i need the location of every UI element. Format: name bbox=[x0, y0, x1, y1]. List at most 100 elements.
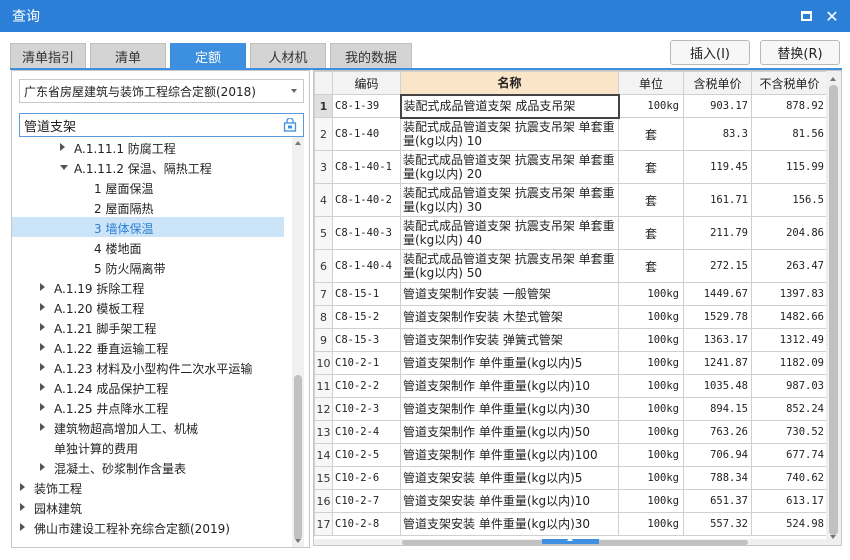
table-row[interactable]: 17 C10-2-8 管道支架安装 单件重量(kg以内)30 100kg 557.32 5… bbox=[314, 512, 828, 536]
cell-unit[interactable]: 套 bbox=[618, 249, 684, 283]
cell-name[interactable]: 装配式成品管道支架 抗震支吊架 单套重量(kg以内) 40 bbox=[400, 216, 619, 250]
cell-notax-price[interactable]: 613.17 bbox=[751, 489, 828, 513]
cell-tax-price[interactable]: 706.94 bbox=[683, 443, 752, 467]
cell-notax-price[interactable]: 730.52 bbox=[751, 420, 828, 444]
cell-name[interactable]: 装配式成品管道支架 抗震支吊架 单套重量(kg以内) 10 bbox=[400, 117, 619, 151]
search-input[interactable]: 管道支架 bbox=[19, 113, 304, 137]
table-row[interactable]: 15 C10-2-6 管道支架安装 单件重量(kg以内)5 100kg 788.34 74… bbox=[314, 466, 828, 490]
cell-unit[interactable]: 100kg bbox=[618, 94, 684, 118]
col-header-tax-price[interactable]: 含税单价 bbox=[683, 71, 752, 95]
cell-tax-price[interactable]: 894.15 bbox=[683, 397, 752, 421]
cell-unit[interactable]: 100kg bbox=[618, 466, 684, 490]
row-index[interactable]: 16 bbox=[314, 489, 333, 513]
row-index[interactable]: 10 bbox=[314, 351, 333, 375]
cell-unit[interactable]: 套 bbox=[618, 216, 684, 250]
expand-right-icon[interactable] bbox=[40, 463, 45, 471]
cell-unit[interactable]: 100kg bbox=[618, 443, 684, 467]
row-index[interactable]: 2 bbox=[314, 117, 333, 151]
tab-quota[interactable]: 定额 bbox=[170, 43, 246, 68]
cell-name[interactable]: 装配式成品管道支架 抗震支吊架 单套重量(kg以内) 50 bbox=[400, 249, 619, 283]
expand-right-icon[interactable] bbox=[60, 143, 65, 151]
expand-right-icon[interactable] bbox=[20, 523, 25, 531]
tree-node[interactable]: 单独计算的费用 bbox=[12, 437, 284, 457]
cell-tax-price[interactable]: 83.3 bbox=[683, 117, 752, 151]
table-row[interactable]: 13 C10-2-4 管道支架制作 单件重量(kg以内)50 100kg 763.26 7… bbox=[314, 420, 828, 444]
table-vscroll-thumb[interactable] bbox=[829, 85, 838, 535]
expand-right-icon[interactable] bbox=[20, 483, 25, 491]
row-index[interactable]: 6 bbox=[314, 249, 333, 283]
cell-name[interactable]: 管道支架制作安装 木垫式管架 bbox=[400, 305, 619, 329]
cell-tax-price[interactable]: 651.37 bbox=[683, 489, 752, 513]
cell-unit[interactable]: 100kg bbox=[618, 374, 684, 398]
cell-notax-price[interactable]: 677.74 bbox=[751, 443, 828, 467]
cell-tax-price[interactable]: 1241.87 bbox=[683, 351, 752, 375]
row-index[interactable]: 14 bbox=[314, 443, 333, 467]
expand-right-icon[interactable] bbox=[40, 303, 45, 311]
cell-notax-price[interactable]: 204.86 bbox=[751, 216, 828, 250]
replace-button[interactable]: 替换(R) bbox=[760, 40, 840, 65]
cell-unit[interactable]: 100kg bbox=[618, 282, 684, 306]
cell-name[interactable]: 管道支架制作安装 一般管架 bbox=[400, 282, 619, 306]
cell-name[interactable]: 装配式成品管道支架 抗震支吊架 单套重量(kg以内) 20 bbox=[400, 150, 619, 184]
cell-notax-price[interactable]: 156.5 bbox=[751, 183, 828, 217]
row-index[interactable]: 15 bbox=[314, 466, 333, 490]
cell-notax-price[interactable]: 1397.83 bbox=[751, 282, 828, 306]
tab-my-data[interactable]: 我的数据 bbox=[330, 43, 412, 68]
close-icon[interactable]: ✕ bbox=[822, 6, 842, 26]
cell-unit[interactable]: 100kg bbox=[618, 351, 684, 375]
tree-node[interactable]: 佛山市建设工程补充综合定额(2019) bbox=[12, 517, 284, 537]
col-header-name[interactable]: 名称 bbox=[400, 71, 619, 95]
cell-name[interactable]: 管道支架制作安装 弹簧式管架 bbox=[400, 328, 619, 352]
cell-code[interactable]: C10-2-3 bbox=[332, 397, 401, 421]
cell-code[interactable]: C8-1-40-1 bbox=[332, 150, 401, 184]
table-row[interactable]: 11 C10-2-2 管道支架制作 单件重量(kg以内)10 100kg 1035.48… bbox=[314, 374, 828, 398]
cell-notax-price[interactable]: 1312.49 bbox=[751, 328, 828, 352]
tree-scrollbar[interactable] bbox=[292, 137, 304, 547]
tree-node[interactable]: 5 防火隔离带 bbox=[12, 257, 284, 277]
row-index[interactable]: 8 bbox=[314, 305, 333, 329]
cell-name[interactable]: 管道支架安装 单件重量(kg以内)30 bbox=[400, 512, 619, 536]
tree-node[interactable]: A.1.11.1 防腐工程 bbox=[12, 137, 284, 157]
row-index[interactable]: 1 bbox=[314, 94, 333, 118]
cell-unit[interactable]: 100kg bbox=[618, 512, 684, 536]
expand-right-icon[interactable] bbox=[40, 403, 45, 411]
expand-right-icon[interactable] bbox=[40, 383, 45, 391]
expand-right-icon[interactable] bbox=[40, 323, 45, 331]
cell-unit[interactable]: 套 bbox=[618, 150, 684, 184]
table-row[interactable]: 4 C8-1-40-2 装配式成品管道支架 抗震支吊架 单套重量(kg以内) 30 套… bbox=[314, 183, 828, 217]
cell-tax-price[interactable]: 557.32 bbox=[683, 512, 752, 536]
cell-code[interactable]: C8-1-40-4 bbox=[332, 249, 401, 283]
tree-scroll-thumb[interactable] bbox=[294, 375, 302, 540]
expand-right-icon[interactable] bbox=[40, 423, 45, 431]
cell-notax-price[interactable]: 115.99 bbox=[751, 150, 828, 184]
cell-tax-price[interactable]: 1449.67 bbox=[683, 282, 752, 306]
cell-code[interactable]: C8-15-3 bbox=[332, 328, 401, 352]
tab-labor-material[interactable]: 人材机 bbox=[250, 43, 326, 68]
table-row[interactable]: 10 C10-2-1 管道支架制作 单件重量(kg以内)5 100kg 1241.87 1… bbox=[314, 351, 828, 375]
scroll-up-icon[interactable] bbox=[295, 141, 301, 145]
cell-notax-price[interactable]: 263.47 bbox=[751, 249, 828, 283]
cell-name[interactable]: 管道支架制作 单件重量(kg以内)100 bbox=[400, 443, 619, 467]
cell-name[interactable]: 管道支架制作 单件重量(kg以内)50 bbox=[400, 420, 619, 444]
tree-node[interactable]: A.1.24 成品保护工程 bbox=[12, 377, 284, 397]
col-header-notax-price[interactable]: 不含税单价 bbox=[751, 71, 828, 95]
cell-unit[interactable]: 100kg bbox=[618, 420, 684, 444]
row-index[interactable]: 11 bbox=[314, 374, 333, 398]
cell-notax-price[interactable]: 878.92 bbox=[751, 94, 828, 118]
filter-icon[interactable] bbox=[283, 118, 297, 132]
cell-notax-price[interactable]: 81.56 bbox=[751, 117, 828, 151]
cell-notax-price[interactable]: 524.98 bbox=[751, 512, 828, 536]
tree-node[interactable]: 建筑物超高增加人工、机械 bbox=[12, 417, 284, 437]
cell-tax-price[interactable]: 1363.17 bbox=[683, 328, 752, 352]
table-row[interactable]: 8 C8-15-2 管道支架制作安装 木垫式管架 100kg 1529.78 1482.6… bbox=[314, 305, 828, 329]
cell-name[interactable]: 管道支架制作 单件重量(kg以内)10 bbox=[400, 374, 619, 398]
cell-notax-price[interactable]: 740.62 bbox=[751, 466, 828, 490]
cell-name[interactable]: 管道支架制作 单件重量(kg以内)30 bbox=[400, 397, 619, 421]
scroll-up-icon[interactable] bbox=[830, 77, 836, 81]
cell-code[interactable]: C10-2-1 bbox=[332, 351, 401, 375]
row-index[interactable]: 7 bbox=[314, 282, 333, 306]
table-row[interactable]: 3 C8-1-40-1 装配式成品管道支架 抗震支吊架 单套重量(kg以内) 20 套… bbox=[314, 150, 828, 184]
scroll-down-icon[interactable] bbox=[830, 535, 836, 539]
cell-unit[interactable]: 100kg bbox=[618, 397, 684, 421]
expand-down-icon[interactable] bbox=[60, 165, 68, 170]
